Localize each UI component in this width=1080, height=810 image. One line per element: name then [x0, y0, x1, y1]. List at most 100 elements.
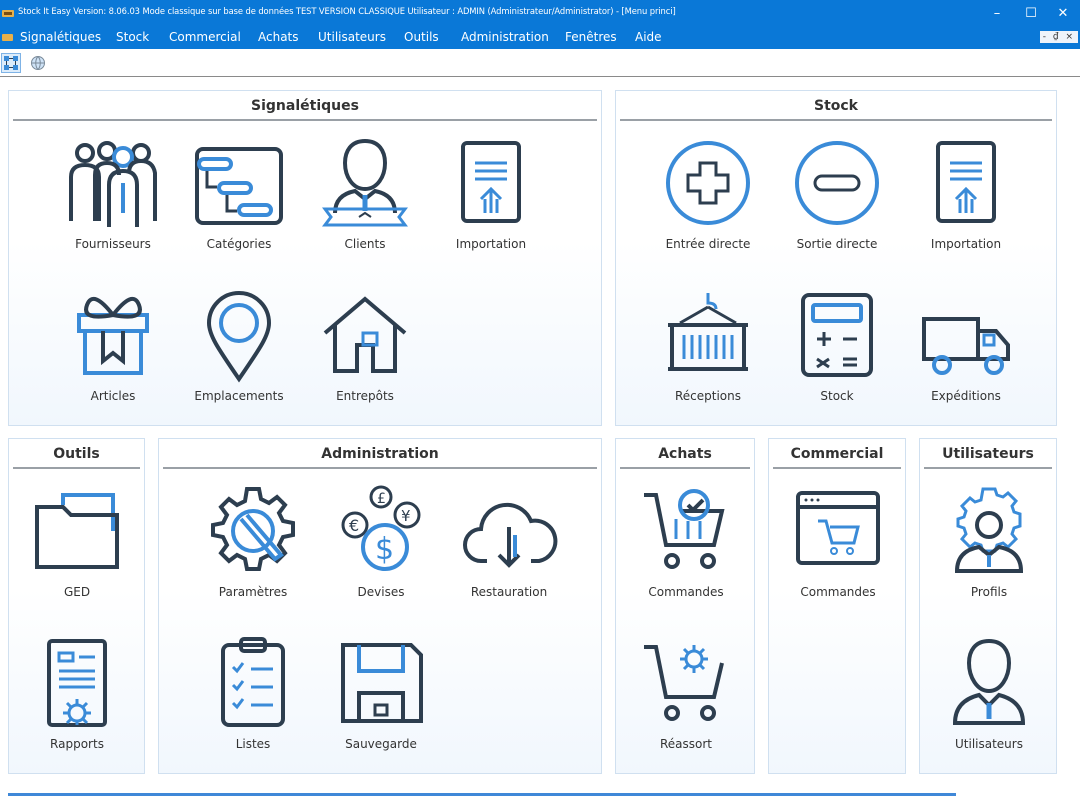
child-window-icon[interactable] [2, 32, 13, 43]
tile-reassort[interactable]: Réassort [624, 625, 748, 765]
svg-text:¥: ¥ [401, 507, 411, 525]
tile-categories[interactable]: Catégories [177, 125, 301, 265]
warehouse-house-icon [315, 285, 415, 385]
floppy-disk-icon [331, 633, 431, 733]
tile-sauvegarde[interactable]: Sauvegarde [319, 625, 443, 765]
panel-title: Utilisateurs [942, 446, 1034, 462]
panel-divider [620, 467, 750, 469]
tile-label: Emplacements [194, 389, 284, 403]
web-cart-icon [788, 481, 888, 581]
tile-label: Rapports [50, 737, 104, 751]
tile-entree-directe[interactable]: Entrée directe [646, 125, 770, 265]
tile-label: Expéditions [931, 389, 1001, 403]
currency-coins-icon: £ € ¥ $ [331, 481, 431, 581]
tile-label: Entrepôts [336, 389, 394, 403]
window-title: Stock It Easy Version: 8.06.03 Mode clas… [18, 6, 676, 16]
container-crane-icon [658, 285, 758, 385]
menu-utilisateurs[interactable]: Utilisateurs [318, 30, 386, 44]
panel-title: Commercial [790, 446, 884, 462]
tile-label: Importation [930, 237, 1002, 251]
cloud-download-icon [459, 481, 559, 581]
tile-restauration[interactable]: Restauration [447, 473, 571, 613]
panel-title: Stock [813, 98, 858, 114]
menu-aide[interactable]: Aide [635, 30, 662, 44]
tile-clients[interactable]: Clients [303, 125, 427, 265]
import-document-icon [916, 133, 1016, 233]
menu-achats[interactable]: Achats [258, 30, 299, 44]
menu-signaletiques[interactable]: Signalétiques [20, 30, 101, 44]
gift-box-icon [63, 285, 163, 385]
svg-text:$: $ [375, 532, 394, 567]
globe-icon[interactable] [28, 53, 48, 73]
tile-utilisateurs[interactable]: Utilisateurs [927, 625, 1051, 765]
tile-label: Sauvegarde [345, 737, 417, 751]
panel-divider [13, 119, 597, 121]
tile-label: Importation [455, 237, 527, 251]
menu-fenetres[interactable]: Fenêtres [565, 30, 617, 44]
tile-label: Utilisateurs [955, 737, 1023, 751]
tile-emplacements[interactable]: Emplacements [177, 277, 301, 417]
tile-stock-importation[interactable]: Importation [904, 125, 1028, 265]
close-button[interactable]: ✕ [1046, 0, 1080, 26]
tile-label: Paramètres [218, 585, 288, 599]
tile-importation[interactable]: Importation [429, 125, 553, 265]
panel-title: Outils [53, 446, 100, 462]
tile-stock[interactable]: Stock [775, 277, 899, 417]
gear-wrench-icon [203, 481, 303, 581]
menu-administration[interactable]: Administration [461, 30, 549, 44]
tile-expeditions[interactable]: Expéditions [904, 277, 1028, 417]
tile-label: Listes [235, 737, 271, 751]
panel-utilisateurs: Utilisateurs Profils Utilisateurs [919, 438, 1057, 774]
tile-parametres[interactable]: Paramètres [191, 473, 315, 613]
panel-signaletiques: Signalétiques Fournisseurs Catégories Cl… [8, 90, 602, 426]
panel-stock: Stock Entrée directe Sortie directe Impo… [615, 90, 1057, 426]
location-pin-icon [189, 285, 289, 385]
tile-rapports[interactable]: Rapports [15, 625, 139, 765]
tile-label: Réassort [659, 737, 713, 751]
app-icon [2, 10, 14, 17]
tile-label: Devises [357, 585, 405, 599]
menu-outils[interactable]: Outils [404, 30, 439, 44]
tile-commercial-commandes[interactable]: Commandes [776, 473, 900, 613]
panel-achats: Achats Commandes Réassort [615, 438, 755, 774]
cart-gear-icon [636, 633, 736, 733]
suppliers-group-icon [63, 133, 163, 233]
tile-label: Restauration [470, 585, 548, 599]
tile-profils[interactable]: Profils [927, 473, 1051, 613]
tile-listes[interactable]: Listes [191, 625, 315, 765]
tile-receptions[interactable]: Réceptions [646, 277, 770, 417]
minus-circle-icon [787, 133, 887, 233]
report-gear-icon [27, 633, 127, 733]
panel-divider [163, 467, 597, 469]
panel-administration: Administration Paramètres £ € ¥ $ Devises R… [158, 438, 602, 774]
tile-label: Clients [344, 237, 386, 251]
menu-commercial[interactable]: Commercial [169, 30, 241, 44]
tile-label: Entrée directe [665, 237, 751, 251]
tile-label: Sortie directe [796, 237, 878, 251]
tile-label: Articles [90, 389, 136, 403]
tile-devises[interactable]: £ € ¥ $ Devises [319, 473, 443, 613]
tile-entrepots[interactable]: Entrepôts [303, 277, 427, 417]
tile-label: Fournisseurs [75, 237, 151, 251]
status-progress-line [8, 793, 956, 796]
menu-stock[interactable]: Stock [116, 30, 149, 44]
tile-articles[interactable]: Articles [51, 277, 175, 417]
tile-label: Stock [820, 389, 854, 403]
mdi-controls[interactable]: - ₫ × [1039, 31, 1078, 43]
svg-text:€: € [349, 516, 359, 535]
tile-fournisseurs[interactable]: Fournisseurs [51, 125, 175, 265]
user-gear-icon [939, 481, 1039, 581]
client-person-icon [315, 133, 415, 233]
minimize-button[interactable]: – [980, 0, 1014, 26]
panel-title: Signalétiques [251, 98, 359, 114]
maximize-button[interactable]: ☐ [1014, 0, 1048, 26]
grid-icon[interactable] [1, 53, 21, 73]
toolbar [0, 49, 1080, 77]
tile-achats-commandes[interactable]: Commandes [624, 473, 748, 613]
tile-ged[interactable]: GED [15, 473, 139, 613]
tile-sortie-directe[interactable]: Sortie directe [775, 125, 899, 265]
folder-icon [27, 481, 127, 581]
tile-label: Commandes [648, 585, 724, 599]
clipboard-list-icon [203, 633, 303, 733]
tile-label: Profils [970, 585, 1008, 599]
